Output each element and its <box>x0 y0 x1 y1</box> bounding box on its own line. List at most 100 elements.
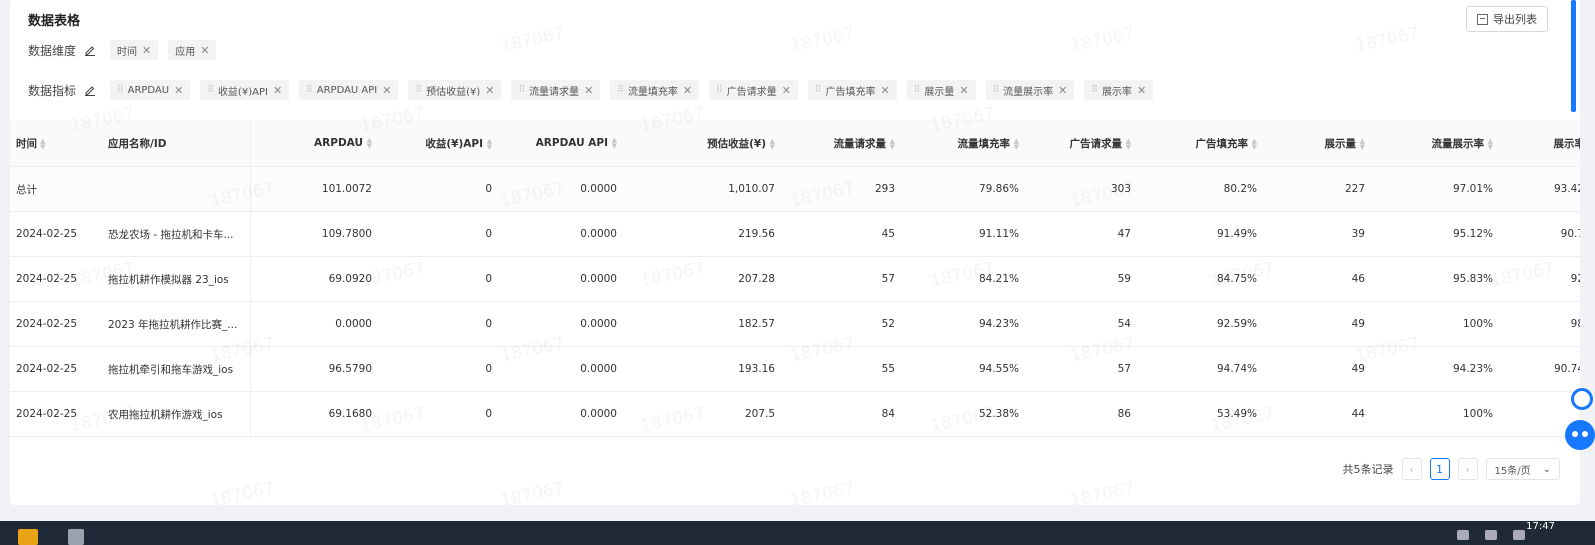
scroll-indicator[interactable] <box>1571 0 1576 112</box>
metric-tag[interactable]: ⠿ 流量展示率 ✕ <box>985 80 1075 100</box>
edit-metrics-icon[interactable] <box>84 84 96 96</box>
remove-tag-icon[interactable]: ✕ <box>881 84 890 97</box>
remove-tag-icon[interactable]: ✕ <box>485 84 494 97</box>
metric-tag[interactable]: ⠿ ARPDAU API ✕ <box>299 80 399 100</box>
panel-title: 数据表格 <box>28 14 81 29</box>
drag-handle-icon[interactable]: ⠿ <box>207 85 214 95</box>
table-cell: 2024-02-25 <box>10 211 102 257</box>
remove-tag-icon[interactable]: ✕ <box>382 84 391 97</box>
column-header[interactable]: ARPDAU ▲ ▼ <box>250 120 378 167</box>
tray-icon[interactable] <box>1513 530 1525 540</box>
column-header[interactable]: 收益(¥)API ▲ ▼ <box>378 120 498 167</box>
sort-icon[interactable]: ▲ ▼ <box>611 137 617 150</box>
sort-icon[interactable]: ▲ ▼ <box>1251 137 1257 150</box>
drag-handle-icon[interactable]: ⠿ <box>415 85 422 95</box>
table-cell: 2023 年拖拉机耕作比赛_... <box>102 301 251 347</box>
robot-assistant-icon[interactable] <box>1565 420 1595 450</box>
metric-tag[interactable]: ⠿ 流量填充率 ✕ <box>610 80 700 100</box>
tray-icon[interactable] <box>1457 530 1469 540</box>
os-taskbar: 17:47 <box>0 521 1595 545</box>
column-header[interactable]: 时间 ▲ ▼ <box>10 120 102 167</box>
drag-handle-icon[interactable]: ⠿ <box>914 85 921 95</box>
drag-handle-icon[interactable]: ⠿ <box>993 85 1000 95</box>
drag-handle-icon[interactable]: ⠿ <box>1091 85 1098 95</box>
sort-icon[interactable]: ▲ ▼ <box>1125 137 1131 150</box>
prev-page-button[interactable]: ‹ <box>1401 458 1422 480</box>
table-cell: 0 <box>378 391 498 437</box>
table-cell: 100% <box>1371 301 1499 347</box>
drag-handle-icon[interactable]: ⠿ <box>518 85 525 95</box>
table-cell: 0.0000 <box>498 301 623 347</box>
file-explorer-icon[interactable] <box>18 529 38 545</box>
page-number-button[interactable]: 1 <box>1429 458 1450 480</box>
remove-tag-icon[interactable]: ✕ <box>584 84 593 97</box>
sort-icon[interactable]: ▲ ▼ <box>1487 137 1493 150</box>
sort-icon[interactable]: ▲ ▼ <box>889 137 895 150</box>
next-page-button[interactable]: › <box>1457 458 1478 480</box>
column-header[interactable]: 广告填充率 ▲ ▼ <box>1137 120 1263 167</box>
sort-icon[interactable]: ▲ ▼ <box>769 137 775 150</box>
sort-icon[interactable]: ▲ ▼ <box>486 137 492 150</box>
column-header[interactable]: 流量填充率 ▲ ▼ <box>901 120 1025 167</box>
sort-icon[interactable]: ▲ ▼ <box>1013 137 1019 150</box>
drag-handle-icon[interactable]: ⠿ <box>617 85 624 95</box>
remove-tag-icon[interactable]: ✕ <box>174 84 183 97</box>
table-cell: 0 <box>378 301 498 347</box>
sort-icon[interactable]: ▲ ▼ <box>1359 137 1365 150</box>
metric-filter-row: 数据指标 ⠿ ARPDAU ✕ ⠿ 收益(¥)API ✕ ⠿ ARPDAU API ✕ ⠿ 预估收益… <box>28 80 1163 100</box>
table-cell: 0.0000 <box>498 346 623 392</box>
sort-icon[interactable]: ▲ ▼ <box>40 137 46 150</box>
remove-tag-icon[interactable]: ✕ <box>273 84 282 97</box>
metric-tag[interactable]: ⠿ 广告请求量 ✕ <box>709 80 798 100</box>
table-cell: 84.75% <box>1137 256 1263 302</box>
watermark-text: 187067 <box>499 478 567 505</box>
remove-tag-icon[interactable]: ✕ <box>959 84 968 97</box>
metric-tag[interactable]: ⠿ 展示量 ✕ <box>906 80 976 100</box>
table-cell: 54 <box>1025 301 1137 347</box>
tray-icon[interactable] <box>1485 530 1497 540</box>
table-cell: 52.38% <box>901 391 1025 437</box>
metric-tag[interactable]: ⠿ 收益(¥)API ✕ <box>200 80 290 100</box>
edit-dimensions-icon[interactable] <box>84 44 96 56</box>
remove-tag-icon[interactable]: ✕ <box>1137 84 1146 97</box>
app-icon[interactable] <box>68 529 84 545</box>
column-header[interactable]: 流量展示率 ▲ ▼ <box>1371 120 1499 167</box>
column-header[interactable]: 预估收益(¥) ▲ ▼ <box>623 120 781 167</box>
column-header[interactable]: 广告请求量 ▲ ▼ <box>1025 120 1137 167</box>
metric-label: 数据指标 <box>28 83 77 98</box>
column-header[interactable]: 应用名称/ID <box>102 120 251 167</box>
table-cell: 0.0000 <box>250 301 378 347</box>
dimension-tag[interactable]: 时间 ✕ <box>110 40 159 60</box>
column-header[interactable]: 展示量 ▲ ▼ <box>1263 120 1371 167</box>
column-header[interactable]: ARPDAU API ▲ ▼ <box>498 120 623 167</box>
dimension-tag[interactable]: 应用 ✕ <box>168 40 217 60</box>
export-list-button[interactable]: 导出列表 <box>1466 6 1548 32</box>
column-header[interactable]: 流量请求量 ▲ ▼ <box>781 120 901 167</box>
metric-tag[interactable]: ⠿ 展示率 ✕ <box>1084 80 1154 100</box>
table-cell: 恐龙农场 - 拖拉机和卡车... <box>102 211 251 257</box>
drag-handle-icon[interactable]: ⠿ <box>815 85 822 95</box>
drag-handle-icon[interactable]: ⠿ <box>306 85 313 95</box>
metric-tag[interactable]: ⠿ ARPDAU ✕ <box>110 80 191 100</box>
remove-tag-icon[interactable]: ✕ <box>683 84 692 97</box>
assistant-widget[interactable] <box>1565 382 1595 470</box>
metric-tag[interactable]: ⠿ 流量请求量 ✕ <box>511 80 601 100</box>
remove-tag-icon[interactable]: ✕ <box>1058 84 1067 97</box>
table-cell: 94.74% <box>1137 346 1263 392</box>
metric-tag[interactable]: ⠿ 广告填充率 ✕ <box>807 80 897 100</box>
table-cell: 53.49% <box>1137 391 1263 437</box>
drag-handle-icon[interactable]: ⠿ <box>716 85 723 95</box>
remove-tag-icon[interactable]: ✕ <box>142 44 151 57</box>
remove-tag-icon[interactable]: ✕ <box>200 44 209 57</box>
data-table-panel: 数据表格 导出列表 数据维度 时间 ✕ 应用 ✕ 数据指标 ⠿ ARPDAU ✕ ⠿ 收益(… <box>10 0 1580 505</box>
page-size-select[interactable]: 15条/页 ⌄ <box>1485 458 1560 480</box>
column-header[interactable]: 展示率▲▼ <box>1499 120 1580 167</box>
remove-tag-icon[interactable]: ✕ <box>782 84 791 97</box>
table-cell: 0 <box>378 211 498 257</box>
watermark-text: 187067 <box>209 478 277 505</box>
help-icon[interactable] <box>1571 388 1593 410</box>
sort-icon[interactable]: ▲ ▼ <box>366 137 372 150</box>
metric-tag[interactable]: ⠿ 预估收益(¥) ✕ <box>408 80 502 100</box>
drag-handle-icon[interactable]: ⠿ <box>117 85 124 95</box>
table-cell: 92% <box>1499 256 1580 302</box>
